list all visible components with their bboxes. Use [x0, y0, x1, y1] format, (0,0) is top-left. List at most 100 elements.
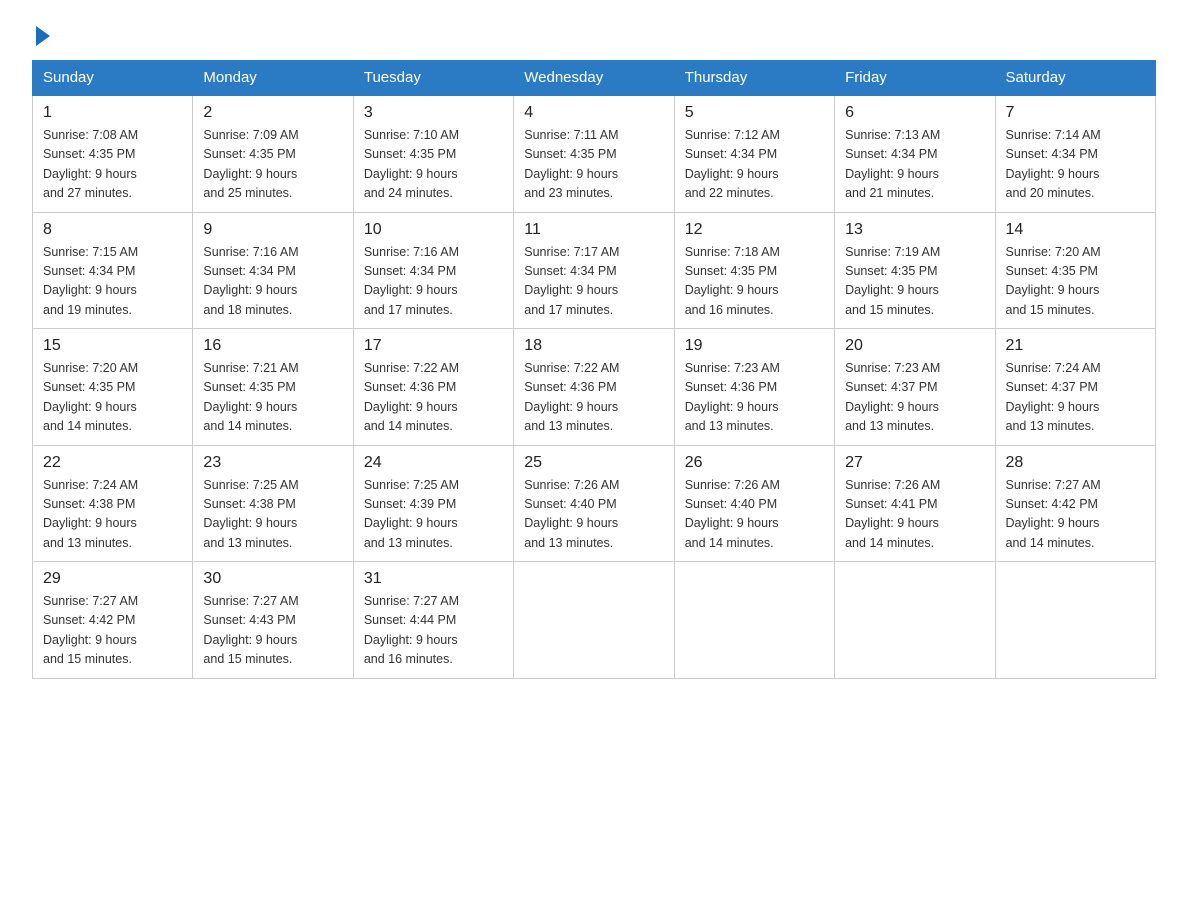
calendar-cell: 12 Sunrise: 7:18 AMSunset: 4:35 PMDayligh…	[674, 212, 834, 329]
day-info: Sunrise: 7:11 AMSunset: 4:35 PMDaylight:…	[524, 126, 663, 204]
day-number: 2	[203, 104, 342, 122]
day-info: Sunrise: 7:26 AMSunset: 4:41 PMDaylight:…	[845, 476, 984, 554]
day-number: 7	[1006, 104, 1145, 122]
header-row: SundayMondayTuesdayWednesdayThursdayFrid…	[33, 61, 1156, 96]
calendar-table: SundayMondayTuesdayWednesdayThursdayFrid…	[32, 60, 1156, 679]
week-row-2: 8Sunrise: 7:15 AMSunset: 4:34 PMDaylight…	[33, 212, 1156, 329]
day-number: 26	[685, 454, 824, 472]
day-number: 18	[524, 337, 663, 355]
calendar-cell: 8Sunrise: 7:15 AMSunset: 4:34 PMDaylight…	[33, 212, 193, 329]
day-info: Sunrise: 7:24 AMSunset: 4:38 PMDaylight:…	[43, 476, 182, 554]
day-number: 27	[845, 454, 984, 472]
week-row-1: 1 Sunrise: 7:08 AMSunset: 4:35 PMDaylight…	[33, 95, 1156, 212]
header-friday: Friday	[835, 61, 995, 96]
calendar-cell: 13Sunrise: 7:19 AMSunset: 4:35 PMDayligh…	[835, 212, 995, 329]
calendar-cell: 25 Sunrise: 7:26 AMSunset: 4:40 PMDayligh…	[514, 445, 674, 562]
day-number: 31	[364, 570, 503, 588]
calendar-cell: 1 Sunrise: 7:08 AMSunset: 4:35 PMDaylight…	[33, 95, 193, 212]
calendar-cell: 5Sunrise: 7:12 AMSunset: 4:34 PMDaylight…	[674, 95, 834, 212]
day-info: Sunrise: 7:26 AMSunset: 4:40 PMDaylight:…	[685, 476, 824, 554]
calendar-cell: 28 Sunrise: 7:27 AMSunset: 4:42 PMDayligh…	[995, 445, 1155, 562]
day-number: 9	[203, 221, 342, 239]
day-info: Sunrise: 7:20 AMSunset: 4:35 PMDaylight:…	[1006, 243, 1145, 321]
day-number: 13	[845, 221, 984, 239]
calendar-cell: 16Sunrise: 7:21 AMSunset: 4:35 PMDayligh…	[193, 329, 353, 446]
calendar-cell: 3Sunrise: 7:10 AMSunset: 4:35 PMDaylight…	[353, 95, 513, 212]
calendar-cell: 24 Sunrise: 7:25 AMSunset: 4:39 PMDayligh…	[353, 445, 513, 562]
day-number: 30	[203, 570, 342, 588]
calendar-cell: 9 Sunrise: 7:16 AMSunset: 4:34 PMDaylight…	[193, 212, 353, 329]
day-number: 19	[685, 337, 824, 355]
week-row-3: 15 Sunrise: 7:20 AMSunset: 4:35 PMDayligh…	[33, 329, 1156, 446]
header-thursday: Thursday	[674, 61, 834, 96]
day-number: 15	[43, 337, 182, 355]
day-number: 4	[524, 104, 663, 122]
day-info: Sunrise: 7:24 AMSunset: 4:37 PMDaylight:…	[1006, 359, 1145, 437]
day-info: Sunrise: 7:26 AMSunset: 4:40 PMDaylight:…	[524, 476, 663, 554]
day-number: 28	[1006, 454, 1145, 472]
header-monday: Monday	[193, 61, 353, 96]
calendar-cell	[674, 562, 834, 679]
day-info: Sunrise: 7:25 AMSunset: 4:38 PMDaylight:…	[203, 476, 342, 554]
day-number: 21	[1006, 337, 1145, 355]
calendar-cell: 22Sunrise: 7:24 AMSunset: 4:38 PMDayligh…	[33, 445, 193, 562]
header-sunday: Sunday	[33, 61, 193, 96]
calendar-cell: 30 Sunrise: 7:27 AMSunset: 4:43 PMDayligh…	[193, 562, 353, 679]
calendar-cell: 19 Sunrise: 7:23 AMSunset: 4:36 PMDayligh…	[674, 329, 834, 446]
day-info: Sunrise: 7:23 AMSunset: 4:37 PMDaylight:…	[845, 359, 984, 437]
day-info: Sunrise: 7:27 AMSunset: 4:43 PMDaylight:…	[203, 592, 342, 670]
calendar-cell: 7Sunrise: 7:14 AMSunset: 4:34 PMDaylight…	[995, 95, 1155, 212]
day-info: Sunrise: 7:27 AMSunset: 4:42 PMDaylight:…	[43, 592, 182, 670]
day-info: Sunrise: 7:16 AMSunset: 4:34 PMDaylight:…	[364, 243, 503, 321]
calendar-cell: 2 Sunrise: 7:09 AMSunset: 4:35 PMDaylight…	[193, 95, 353, 212]
calendar-body: 1 Sunrise: 7:08 AMSunset: 4:35 PMDaylight…	[33, 95, 1156, 678]
day-info: Sunrise: 7:25 AMSunset: 4:39 PMDaylight:…	[364, 476, 503, 554]
day-number: 20	[845, 337, 984, 355]
calendar-cell	[995, 562, 1155, 679]
week-row-5: 29Sunrise: 7:27 AMSunset: 4:42 PMDayligh…	[33, 562, 1156, 679]
day-number: 12	[685, 221, 824, 239]
calendar-cell: 26 Sunrise: 7:26 AMSunset: 4:40 PMDayligh…	[674, 445, 834, 562]
day-info: Sunrise: 7:22 AMSunset: 4:36 PMDaylight:…	[364, 359, 503, 437]
header-saturday: Saturday	[995, 61, 1155, 96]
day-number: 14	[1006, 221, 1145, 239]
week-row-4: 22Sunrise: 7:24 AMSunset: 4:38 PMDayligh…	[33, 445, 1156, 562]
calendar-header: SundayMondayTuesdayWednesdayThursdayFrid…	[33, 61, 1156, 96]
logo-arrow-icon	[36, 26, 50, 46]
day-number: 5	[685, 104, 824, 122]
day-number: 24	[364, 454, 503, 472]
day-number: 6	[845, 104, 984, 122]
calendar-cell: 20 Sunrise: 7:23 AMSunset: 4:37 PMDayligh…	[835, 329, 995, 446]
day-number: 17	[364, 337, 503, 355]
day-number: 3	[364, 104, 503, 122]
calendar-cell: 6Sunrise: 7:13 AMSunset: 4:34 PMDaylight…	[835, 95, 995, 212]
day-info: Sunrise: 7:16 AMSunset: 4:34 PMDaylight:…	[203, 243, 342, 321]
calendar-cell: 17 Sunrise: 7:22 AMSunset: 4:36 PMDayligh…	[353, 329, 513, 446]
calendar-cell: 21 Sunrise: 7:24 AMSunset: 4:37 PMDayligh…	[995, 329, 1155, 446]
day-number: 11	[524, 221, 663, 239]
day-info: Sunrise: 7:20 AMSunset: 4:35 PMDaylight:…	[43, 359, 182, 437]
day-number: 16	[203, 337, 342, 355]
calendar-cell: 11Sunrise: 7:17 AMSunset: 4:34 PMDayligh…	[514, 212, 674, 329]
day-info: Sunrise: 7:27 AMSunset: 4:44 PMDaylight:…	[364, 592, 503, 670]
day-info: Sunrise: 7:23 AMSunset: 4:36 PMDaylight:…	[685, 359, 824, 437]
day-number: 25	[524, 454, 663, 472]
page-header	[32, 24, 1156, 42]
day-info: Sunrise: 7:08 AMSunset: 4:35 PMDaylight:…	[43, 126, 182, 204]
day-number: 23	[203, 454, 342, 472]
day-info: Sunrise: 7:27 AMSunset: 4:42 PMDaylight:…	[1006, 476, 1145, 554]
day-number: 8	[43, 221, 182, 239]
day-info: Sunrise: 7:18 AMSunset: 4:35 PMDaylight:…	[685, 243, 824, 321]
calendar-cell: 10 Sunrise: 7:16 AMSunset: 4:34 PMDayligh…	[353, 212, 513, 329]
calendar-cell: 4 Sunrise: 7:11 AMSunset: 4:35 PMDaylight…	[514, 95, 674, 212]
logo	[32, 24, 50, 42]
calendar-cell	[514, 562, 674, 679]
day-info: Sunrise: 7:22 AMSunset: 4:36 PMDaylight:…	[524, 359, 663, 437]
day-number: 10	[364, 221, 503, 239]
calendar-cell: 29Sunrise: 7:27 AMSunset: 4:42 PMDayligh…	[33, 562, 193, 679]
calendar-cell: 23 Sunrise: 7:25 AMSunset: 4:38 PMDayligh…	[193, 445, 353, 562]
header-tuesday: Tuesday	[353, 61, 513, 96]
day-info: Sunrise: 7:09 AMSunset: 4:35 PMDaylight:…	[203, 126, 342, 204]
calendar-cell: 15 Sunrise: 7:20 AMSunset: 4:35 PMDayligh…	[33, 329, 193, 446]
day-number: 1	[43, 104, 182, 122]
